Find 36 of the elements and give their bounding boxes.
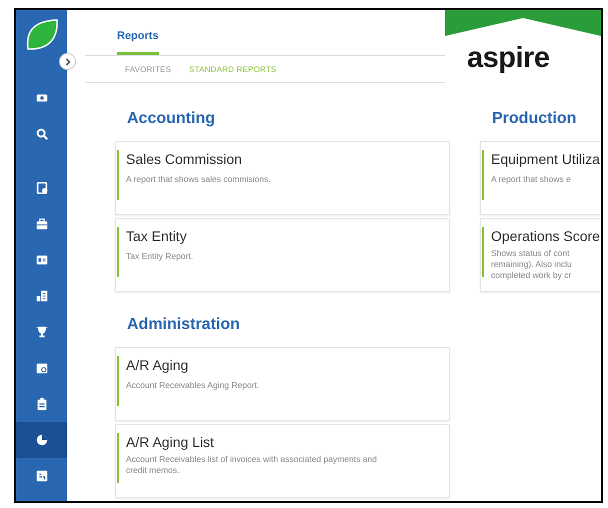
report-description: A report that shows sales commisions. (126, 174, 271, 185)
id-card-icon (34, 253, 48, 267)
report-title: Tax Entity (126, 228, 187, 244)
section-heading: Production (492, 110, 576, 128)
report-title: Operations Score (491, 228, 600, 244)
building-icon (34, 289, 48, 303)
report-card[interactable]: A/R Aging List Account Receivables list of invoices with associated payments and credit memos. (115, 424, 450, 498)
report-card[interactable]: Sales Commission A report that shows sales commisions. (115, 141, 450, 215)
report-card[interactable]: Operations Score Shows status of cont remaining). Also inclu completed work by cr (480, 218, 601, 292)
trophy-icon (34, 325, 48, 339)
report-title: A/R Aging List (126, 434, 214, 450)
tab[interactable]: Reports (117, 10, 159, 55)
report-description: A report that shows e (491, 174, 572, 185)
report-description: Tax Entity Report. (126, 251, 194, 262)
nav-button[interactable] (16, 422, 67, 458)
report-title: A/R Aging (126, 357, 188, 373)
report-card[interactable]: A/R Aging Account Receivables Aging Report. (115, 347, 450, 421)
search-icon (34, 127, 48, 141)
report-description: Shows status of cont remaining). Also inclu completed work by cr (491, 248, 573, 281)
report-title: Equipment Utiliza (491, 151, 600, 167)
report-description: Account Receivables Aging Report. (126, 380, 260, 391)
document-icon (34, 181, 48, 195)
clipboard-icon (34, 397, 48, 411)
report-title: Sales Commission (126, 151, 242, 167)
calendar-icon (34, 361, 48, 375)
collapse-button[interactable] (59, 53, 76, 70)
report-card[interactable]: Equipment Utiliza A report that shows e (480, 141, 601, 215)
section-heading: Accounting (127, 110, 215, 128)
report-description: Account Receivables list of invoices with associated payments and credit memos. (126, 454, 378, 476)
chevron-right-icon (64, 58, 72, 66)
section-heading: Administration (127, 316, 240, 334)
logo-wordmark: aspire (467, 43, 550, 73)
invoice-icon (34, 469, 48, 483)
pie-chart-icon (34, 433, 48, 447)
report-card[interactable]: Tax Entity Tax Entity Report. (115, 218, 450, 292)
briefcase-icon (34, 217, 48, 231)
